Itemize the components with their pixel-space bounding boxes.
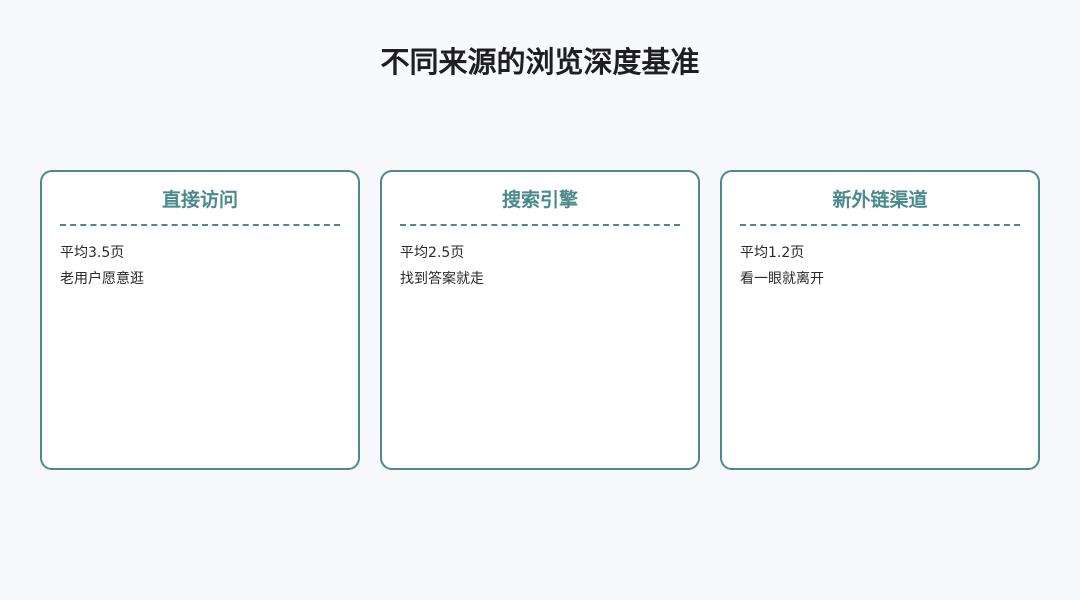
card-note: 看一眼就离开 — [740, 271, 824, 287]
card-title: 新外链渠道 — [740, 172, 1020, 226]
card-body: 平均2.5页 找到答案就走 — [400, 226, 680, 292]
card-new-external-link: 新外链渠道 平均1.2页 看一眼就离开 — [720, 170, 1040, 470]
card-body: 平均3.5页 老用户愿意逛 — [60, 226, 340, 292]
card-note: 找到答案就走 — [400, 271, 484, 287]
benchmark-cards: 直接访问 平均3.5页 老用户愿意逛 搜索引擎 平均2.5页 找到答案就走 新外… — [40, 170, 1040, 470]
card-title: 搜索引擎 — [400, 172, 680, 226]
card-title: 直接访问 — [60, 172, 340, 226]
card-note: 老用户愿意逛 — [60, 271, 144, 287]
page-title: 不同来源的浏览深度基准 — [380, 45, 700, 79]
card-direct-visit: 直接访问 平均3.5页 老用户愿意逛 — [40, 170, 360, 470]
card-metric: 平均3.5页 — [60, 245, 125, 261]
card-search-engine: 搜索引擎 平均2.5页 找到答案就走 — [380, 170, 700, 470]
card-metric: 平均1.2页 — [740, 245, 805, 261]
card-metric: 平均2.5页 — [400, 245, 465, 261]
card-body: 平均1.2页 看一眼就离开 — [740, 226, 1020, 292]
